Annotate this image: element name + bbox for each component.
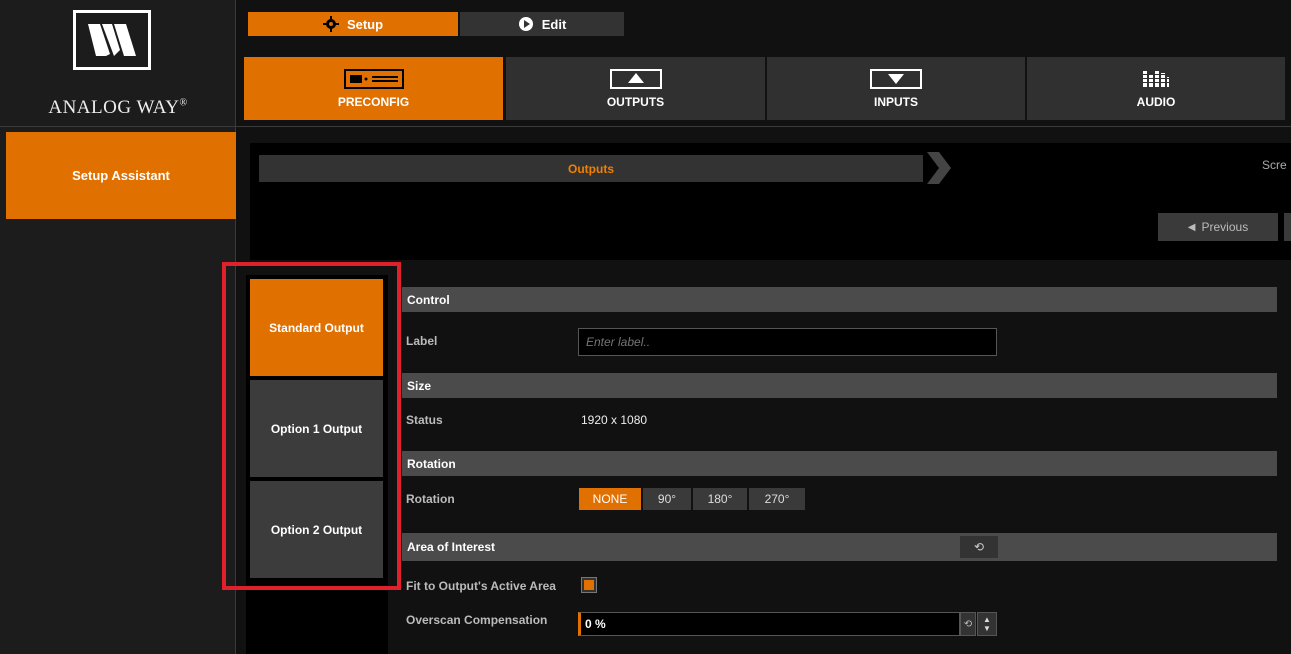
previous-button[interactable]: ◀ Previous [1158,213,1278,241]
label-input[interactable] [578,328,997,356]
overscan-label: Overscan Compensation [406,613,548,627]
fit-active-area-checkbox[interactable] [581,577,597,593]
rotation-label: Rotation [406,492,455,506]
wizard-step-outputs[interactable]: Outputs [259,155,923,182]
audio-meter-icon [1142,70,1170,87]
tab-inputs-label: INPUTS [873,94,918,109]
overscan-reset-button[interactable]: ⟲ [960,612,976,636]
tab-outputs[interactable]: OUTPUTS [506,57,765,120]
outputs-icon [609,68,662,89]
reset-icon: ⟲ [973,540,985,554]
wizard-step-label: Outputs [568,161,614,176]
tab-setup[interactable]: Setup [248,12,458,36]
tab-inputs[interactable]: INPUTS [767,57,1025,120]
reset-icon: ⟲ [963,618,973,630]
fit-active-area-label: Fit to Output's Active Area [406,579,556,593]
caret-down-icon[interactable]: ▼ [983,624,991,633]
overscan-stepper[interactable]: ▲ ▼ [977,612,997,636]
section-title: Rotation [407,456,456,471]
play-icon [518,17,533,31]
chevron-right-icon [927,152,951,184]
section-area-of-interest-header: Area of Interest [402,533,1277,561]
header-divider [0,126,1291,127]
caret-up-icon[interactable]: ▲ [983,615,991,624]
tab-preconfig[interactable]: PRECONFIG [244,57,503,120]
brand-name: ANALOG WAY® [48,97,188,118]
section-control-header: Control [402,287,1277,312]
analog-way-logo [73,10,151,70]
tab-outputs-label: OUTPUTS [606,94,665,109]
rotation-90-button[interactable]: 90° [643,488,691,510]
section-title: Control [407,292,450,307]
rotation-270-button[interactable]: 270° [749,488,805,510]
inputs-icon [870,68,922,89]
gear-icon [322,16,339,32]
tab-audio[interactable]: AUDIO [1027,57,1285,120]
label-field-label: Label [406,334,438,348]
previous-label: Previous [1201,220,1249,234]
tab-edit[interactable]: Edit [460,12,624,36]
logo-mark-icon [88,24,136,56]
overscan-input[interactable]: 0 % [578,612,960,636]
tab-preconfig-label: PRECONFIG [337,94,410,109]
caret-left-icon: ◀ [1187,221,1196,233]
section-rotation-header: Rotation [402,451,1277,476]
wizard-step-screens[interactable]: Scre [1262,158,1287,172]
rotation-180-button[interactable]: 180° [693,488,747,510]
sidebar-item-label: Setup Assistant [72,168,170,183]
section-title: Area of Interest [407,540,496,554]
checkbox-mark [584,580,594,590]
reset-button[interactable]: ⟲ [960,536,998,558]
status-value: 1920 x 1080 [581,413,648,427]
device-icon [343,68,404,89]
section-title: Size [407,378,432,393]
highlight-frame [222,262,401,590]
sidebar-item-setup-assistant[interactable]: Setup Assistant [6,132,236,219]
tab-audio-label: AUDIO [1136,94,1176,109]
tab-setup-label: Setup [346,16,384,32]
tab-edit-label: Edit [541,16,567,32]
section-size-header: Size [402,373,1277,398]
rotation-none-button[interactable]: NONE [579,488,641,510]
next-button[interactable] [1284,213,1291,241]
status-label: Status [406,413,443,427]
